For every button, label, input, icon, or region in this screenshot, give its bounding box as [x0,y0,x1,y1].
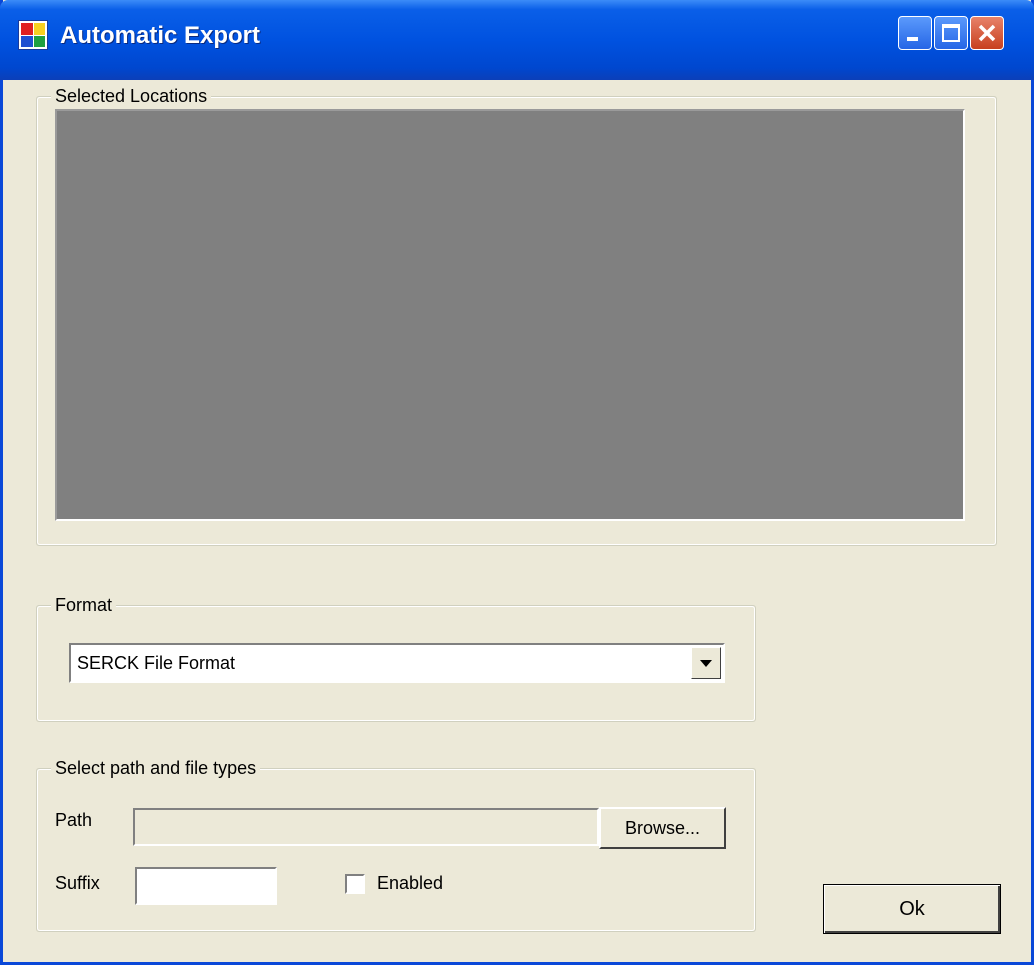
format-dropdown-value: SERCK File Format [77,653,236,673]
dropdown-arrow-button[interactable] [691,647,721,679]
path-input[interactable] [133,808,599,846]
chevron-down-icon [700,660,712,667]
suffix-input[interactable] [135,867,277,905]
enabled-label: Enabled [377,873,444,893]
selected-locations-list[interactable] [55,109,965,521]
selected-locations-legend: Selected Locations [51,86,212,106]
path-label: Path [55,810,93,830]
close-button[interactable] [970,16,1004,50]
automatic-export-dialog: Automatic Export Selected Locations Form… [0,0,1034,965]
minimize-icon [907,37,918,41]
suffix-label: Suffix [55,873,100,893]
path-file-types-group: Select path and file types [36,758,756,932]
maximize-button[interactable] [934,16,968,50]
close-icon [978,24,996,42]
minimize-button[interactable] [898,16,932,50]
path-file-types-legend: Select path and file types [51,758,261,778]
window-title: Automatic Export [60,22,261,49]
title-bar[interactable]: Automatic Export [0,0,1034,80]
format-dropdown[interactable]: SERCK File Format [69,643,725,683]
browse-button[interactable]: Browse... [599,807,726,849]
app-window-icon [18,20,48,50]
maximize-icon [942,24,960,42]
format-legend: Format [51,595,117,615]
ok-button[interactable]: Ok [823,884,1001,934]
enabled-checkbox[interactable] [345,874,365,894]
